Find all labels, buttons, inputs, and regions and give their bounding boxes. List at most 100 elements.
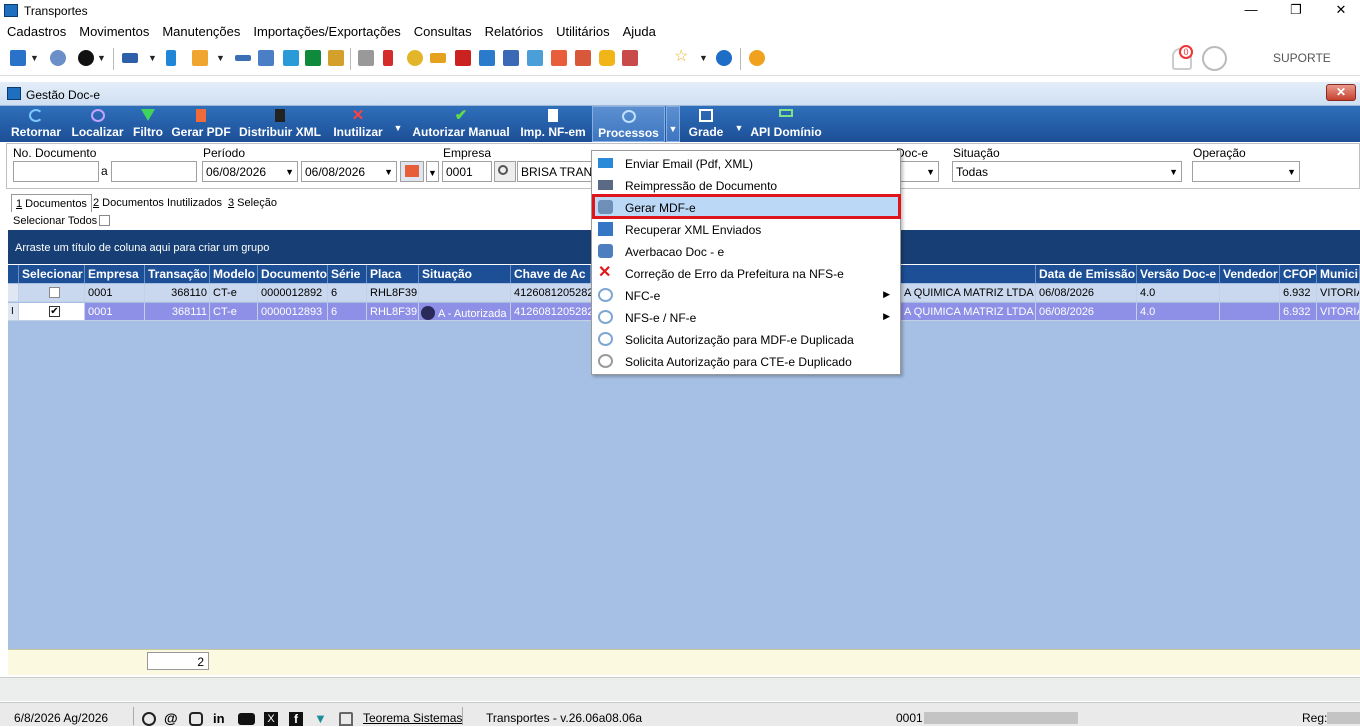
retornar-button[interactable]: Retornar bbox=[8, 106, 64, 142]
col-modelo[interactable]: Modelo bbox=[210, 265, 258, 283]
tab-documentos-inutilizados[interactable]: 2 Documentos Inutilizados bbox=[89, 194, 226, 212]
clock-icon[interactable] bbox=[407, 50, 423, 66]
menu-relatorios[interactable]: Relatórios bbox=[478, 22, 550, 39]
support-icon[interactable] bbox=[142, 712, 156, 726]
graduation-icon[interactable] bbox=[339, 712, 353, 726]
youtube-icon[interactable] bbox=[238, 713, 255, 725]
menu-nfse-nfe[interactable]: NFS-e / NF-e ▶ bbox=[592, 306, 900, 328]
menu-recuperar-xml[interactable]: Recuperar XML Enviados bbox=[592, 218, 900, 240]
grade-button[interactable]: Grade bbox=[686, 106, 726, 142]
menu-reimpressao[interactable]: Reimpressão de Documento bbox=[592, 174, 900, 196]
cart-icon[interactable] bbox=[305, 50, 321, 66]
inutilizar-dropdown[interactable]: ▼ bbox=[393, 106, 403, 142]
calendar-settings-icon[interactable] bbox=[575, 50, 591, 66]
col-situacao[interactable]: Situação bbox=[419, 265, 511, 283]
select-cell[interactable] bbox=[19, 284, 85, 302]
close-button[interactable]: ✕ bbox=[1318, 0, 1360, 22]
periodo-to-input[interactable]: 06/08/2026 ▼ bbox=[301, 161, 397, 182]
table-icon[interactable] bbox=[503, 50, 519, 66]
star-icon[interactable]: ☆ bbox=[674, 49, 690, 65]
col-data-emissao[interactable]: Data de Emissão bbox=[1036, 265, 1137, 283]
exchange-icon[interactable] bbox=[328, 50, 344, 66]
select-all-checkbox[interactable] bbox=[99, 215, 110, 226]
col-chave[interactable]: Chave de Ac bbox=[511, 265, 591, 283]
empresa-code-input[interactable]: 0001 bbox=[442, 161, 492, 182]
dropdown-arrow-icon[interactable]: ▼ bbox=[216, 53, 225, 63]
localizar-button[interactable]: Localizar bbox=[70, 106, 125, 142]
dropdown-arrow-icon[interactable]: ▼ bbox=[699, 53, 708, 63]
report-icon[interactable] bbox=[622, 50, 638, 66]
menu-nfce[interactable]: NFC-e ▶ bbox=[592, 284, 900, 306]
distribuir-xml-button[interactable]: Distribuir XML bbox=[238, 106, 322, 142]
no-documento-to-input[interactable] bbox=[111, 161, 197, 182]
email-at-icon[interactable]: @ bbox=[164, 711, 178, 726]
menu-enviar-email[interactable]: Enviar Email (Pdf, XML) bbox=[592, 152, 900, 174]
processos-button[interactable]: Processos bbox=[592, 106, 665, 142]
api-dominio-button[interactable]: API Domínio bbox=[748, 106, 824, 142]
menu-importacoes[interactable]: Importações/Exportações bbox=[246, 22, 406, 39]
doc-close-button[interactable]: ✕ bbox=[1326, 84, 1356, 101]
tipo-doc-select[interactable]: ▼ bbox=[901, 161, 939, 182]
col-cliente[interactable] bbox=[898, 265, 1036, 283]
grid-icon[interactable] bbox=[258, 50, 274, 66]
info-icon[interactable] bbox=[716, 50, 732, 66]
tab-selecao[interactable]: 3 Seleção bbox=[224, 194, 281, 212]
instagram-icon[interactable] bbox=[189, 712, 203, 726]
row-checkbox-checked[interactable]: ✔ bbox=[49, 306, 60, 317]
lock-icon[interactable] bbox=[599, 50, 615, 66]
menu-manutencoes[interactable]: Manutenções bbox=[155, 22, 246, 39]
col-placa[interactable]: Placa bbox=[367, 265, 419, 283]
tab-documentos[interactable]: 1 Documentos bbox=[11, 194, 92, 212]
truck-icon[interactable] bbox=[122, 53, 138, 63]
facebook-icon[interactable]: f bbox=[289, 712, 303, 726]
grade-dropdown[interactable]: ▼ bbox=[734, 106, 744, 142]
select-cell[interactable]: ✔ bbox=[19, 303, 85, 321]
col-vendedor[interactable]: Vendedor bbox=[1220, 265, 1280, 283]
teorema-link[interactable]: Teorema Sistemas bbox=[363, 711, 462, 725]
checklist-icon[interactable] bbox=[358, 50, 374, 66]
row-checkbox[interactable] bbox=[49, 287, 60, 298]
menu-cadastros[interactable]: Cadastros bbox=[0, 22, 72, 39]
globe-icon[interactable] bbox=[78, 50, 94, 66]
calendar-icon[interactable] bbox=[551, 50, 567, 66]
col-empresa[interactable]: Empresa bbox=[85, 265, 145, 283]
fuel-icon[interactable] bbox=[455, 50, 471, 66]
hydrant-icon[interactable] bbox=[383, 50, 393, 66]
power-icon[interactable] bbox=[749, 50, 765, 66]
menu-movimentos[interactable]: Movimentos bbox=[72, 22, 155, 39]
calendar-button[interactable] bbox=[400, 161, 424, 182]
menu-averbacao[interactable]: Averbacao Doc - e bbox=[592, 240, 900, 262]
gerar-pdf-button[interactable]: Gerar PDF bbox=[171, 106, 231, 142]
menu-solicita-cte[interactable]: Solicita Autorização para CTE-e Duplicad… bbox=[592, 350, 900, 372]
col-versao[interactable]: Versão Doc-e bbox=[1137, 265, 1220, 283]
linkedin-icon[interactable]: in bbox=[213, 712, 227, 726]
menu-ajuda[interactable]: Ajuda bbox=[616, 22, 662, 39]
document-icon[interactable] bbox=[166, 50, 176, 66]
operacao-select[interactable]: ▼ bbox=[1192, 161, 1300, 182]
x-icon[interactable]: X bbox=[264, 712, 278, 726]
col-documento[interactable]: Documento bbox=[258, 265, 328, 283]
filtro-button[interactable]: Filtro bbox=[131, 106, 165, 142]
processos-dropdown[interactable]: ▼ bbox=[666, 106, 680, 142]
users-icon[interactable] bbox=[50, 50, 66, 66]
col-cfop[interactable]: CFOP bbox=[1280, 265, 1317, 283]
col-selecionar[interactable]: Selecionar bbox=[19, 265, 85, 283]
empresa-name-input[interactable]: BRISA TRANSP bbox=[517, 161, 597, 182]
menu-correcao-erro[interactable]: ✕ Correção de Erro da Prefeitura na NFS-e bbox=[592, 262, 900, 284]
menu-solicita-mdfe[interactable]: Solicita Autorização para MDF-e Duplicad… bbox=[592, 328, 900, 350]
dropdown-arrow-icon[interactable]: ▼ bbox=[97, 53, 106, 63]
dropdown-arrow-icon[interactable]: ▼ bbox=[30, 53, 39, 63]
maximize-button[interactable]: ❐ bbox=[1273, 0, 1319, 22]
menu-utilitarios[interactable]: Utilitários bbox=[549, 22, 615, 39]
bus-icon[interactable] bbox=[430, 53, 446, 63]
calculator-icon[interactable] bbox=[527, 50, 543, 66]
imp-nfem-button[interactable]: Imp. NF-em bbox=[518, 106, 588, 142]
handshake-icon[interactable] bbox=[283, 50, 299, 66]
import-icon[interactable] bbox=[479, 50, 495, 66]
col-transacao[interactable]: Transação bbox=[145, 265, 210, 283]
list-icon[interactable] bbox=[235, 55, 251, 61]
inutilizar-button[interactable]: ✕ Inutilizar bbox=[330, 106, 386, 142]
dropdown-arrow-icon[interactable]: ▼ bbox=[148, 53, 157, 63]
tree-icon[interactable] bbox=[192, 50, 208, 66]
empresa-search-button[interactable] bbox=[494, 161, 516, 182]
